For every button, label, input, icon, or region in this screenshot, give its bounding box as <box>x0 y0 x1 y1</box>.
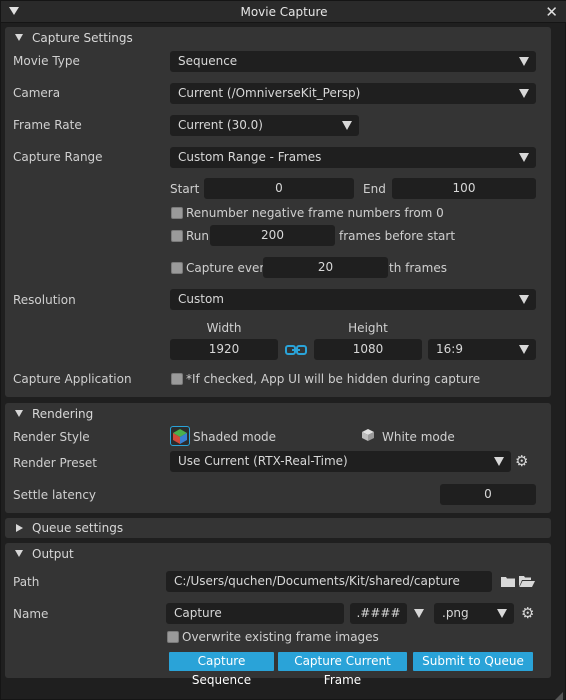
movie-type-label: Movie Type <box>13 54 80 68</box>
path-input[interactable]: C:/Users/quchen/Documents/Kit/shared/cap… <box>166 571 492 592</box>
name-input[interactable]: Capture <box>166 603 344 624</box>
capture-range-value: Custom Range - Frames <box>178 150 322 164</box>
chevron-down-icon <box>519 345 529 354</box>
folder-open-icon[interactable] <box>519 575 535 587</box>
capture-sequence-button[interactable]: Capture Sequence <box>169 652 274 687</box>
render-preset-dropdown[interactable]: Use Current (RTX-Real-Time) <box>170 451 511 472</box>
window-title: Movie Capture <box>240 5 328 19</box>
end-label: End <box>363 182 386 196</box>
run-checkbox[interactable] <box>171 230 183 242</box>
run-suffix-label: frames before start <box>339 229 456 243</box>
capture-application-note: *If checked, App UI will be hidden durin… <box>186 372 481 386</box>
queue-settings-title: Queue settings <box>32 521 124 535</box>
chevron-down-icon <box>519 153 529 162</box>
run-label: Run <box>186 229 210 243</box>
settle-latency-input[interactable]: 0 <box>440 484 536 505</box>
frame-pattern-input[interactable]: .#### <box>350 603 407 624</box>
render-preset-gear-icon[interactable]: ⚙ <box>515 453 531 469</box>
renumber-checkbox[interactable] <box>171 207 183 219</box>
height-label: Height <box>348 321 388 335</box>
overwrite-checkbox[interactable] <box>167 631 179 643</box>
capture-current-frame-button[interactable]: Capture Current Frame <box>278 652 407 687</box>
chevron-down-icon <box>519 89 529 98</box>
render-preset-value: Use Current (RTX-Real-Time) <box>178 454 348 468</box>
expand-icon <box>16 524 23 532</box>
resize-grip-icon[interactable] <box>555 689 563 700</box>
start-label: Start <box>170 182 200 196</box>
aspect-ratio-value: 16:9 <box>436 342 463 356</box>
capture-every-input[interactable]: 20 <box>263 257 388 278</box>
chevron-down-icon <box>497 609 507 618</box>
capture-settings-section: Capture Settings Movie Type Sequence Cam… <box>5 27 551 397</box>
queue-settings-section: Queue settings <box>5 518 551 538</box>
chevron-down-icon <box>342 121 352 130</box>
rendering-title: Rendering <box>32 407 94 421</box>
movie-capture-window: Movie Capture ✕ Capture Settings Movie T… <box>0 0 566 700</box>
render-preset-label: Render Preset <box>13 456 97 470</box>
width-label: Width <box>206 321 242 335</box>
shaded-mode-icon[interactable] <box>170 426 190 446</box>
frame-rate-value: Current (30.0) <box>178 118 263 132</box>
chevron-down-icon <box>494 457 504 466</box>
camera-dropdown[interactable]: Current (/OmniverseKit_Persp) <box>170 83 536 104</box>
title-bar: Movie Capture ✕ <box>1 1 566 23</box>
frame-rate-label: Frame Rate <box>13 118 82 132</box>
capture-range-label: Capture Range <box>13 150 103 164</box>
capture-application-checkbox[interactable] <box>171 373 183 385</box>
render-style-label: Render Style <box>13 430 90 444</box>
queue-settings-header[interactable]: Queue settings <box>5 518 551 538</box>
capture-every-checkbox[interactable] <box>171 262 183 274</box>
path-label: Path <box>13 575 40 589</box>
white-mode-label: White mode <box>382 430 455 444</box>
collapse-icon <box>15 410 23 417</box>
start-frame-input[interactable]: 0 <box>204 178 354 199</box>
file-extension-dropdown[interactable]: .png <box>434 603 514 624</box>
capture-settings-header[interactable]: Capture Settings <box>5 27 551 49</box>
output-gear-icon[interactable]: ⚙ <box>521 605 537 621</box>
output-header[interactable]: Output <box>5 543 551 565</box>
settle-latency-label: Settle latency <box>13 488 97 502</box>
output-section: Output Path C:/Users/quchen/Documents/Ki… <box>5 543 551 687</box>
capture-every-label: Capture every <box>186 261 272 275</box>
rendering-section: Rendering Render Style Shaded mode White… <box>5 403 551 513</box>
collapse-icon <box>15 34 23 41</box>
submit-to-queue-button[interactable]: Submit to Queue <box>413 652 533 671</box>
white-mode-icon[interactable] <box>361 428 375 442</box>
chevron-down-icon <box>414 609 424 618</box>
capture-application-label: Capture Application <box>13 372 132 386</box>
file-extension-value: .png <box>442 606 469 620</box>
resolution-dropdown[interactable]: Custom <box>170 289 536 310</box>
rendering-header[interactable]: Rendering <box>5 403 551 425</box>
camera-value: Current (/OmniverseKit_Persp) <box>178 86 361 100</box>
capture-every-suffix: th frames <box>389 261 447 275</box>
overwrite-label: Overwrite existing frame images <box>182 630 379 644</box>
folder-icon[interactable] <box>501 575 515 587</box>
chevron-down-icon <box>519 57 529 66</box>
camera-label: Camera <box>13 86 61 100</box>
frame-rate-dropdown[interactable]: Current (30.0) <box>170 115 359 136</box>
close-icon[interactable]: ✕ <box>545 3 558 21</box>
renumber-label: Renumber negative frame numbers from 0 <box>186 206 444 220</box>
end-frame-input[interactable]: 100 <box>392 178 536 199</box>
resolution-label: Resolution <box>13 293 76 307</box>
run-frames-input[interactable]: 200 <box>210 225 335 246</box>
frame-pattern-dropdown[interactable] <box>409 603 429 624</box>
capture-settings-title: Capture Settings <box>32 31 133 45</box>
chevron-down-icon <box>519 295 529 304</box>
link-icon[interactable] <box>285 344 307 355</box>
movie-type-value: Sequence <box>178 54 238 68</box>
width-input[interactable]: 1920 <box>170 339 278 360</box>
height-input[interactable]: 1080 <box>314 339 422 360</box>
aspect-ratio-dropdown[interactable]: 16:9 <box>428 339 536 360</box>
resolution-value: Custom <box>178 292 224 306</box>
collapse-icon <box>15 550 23 557</box>
shaded-mode-label: Shaded mode <box>193 430 277 444</box>
output-title: Output <box>32 547 74 561</box>
name-label: Name <box>13 607 49 621</box>
movie-type-dropdown[interactable]: Sequence <box>170 51 536 72</box>
capture-range-dropdown[interactable]: Custom Range - Frames <box>170 147 536 168</box>
